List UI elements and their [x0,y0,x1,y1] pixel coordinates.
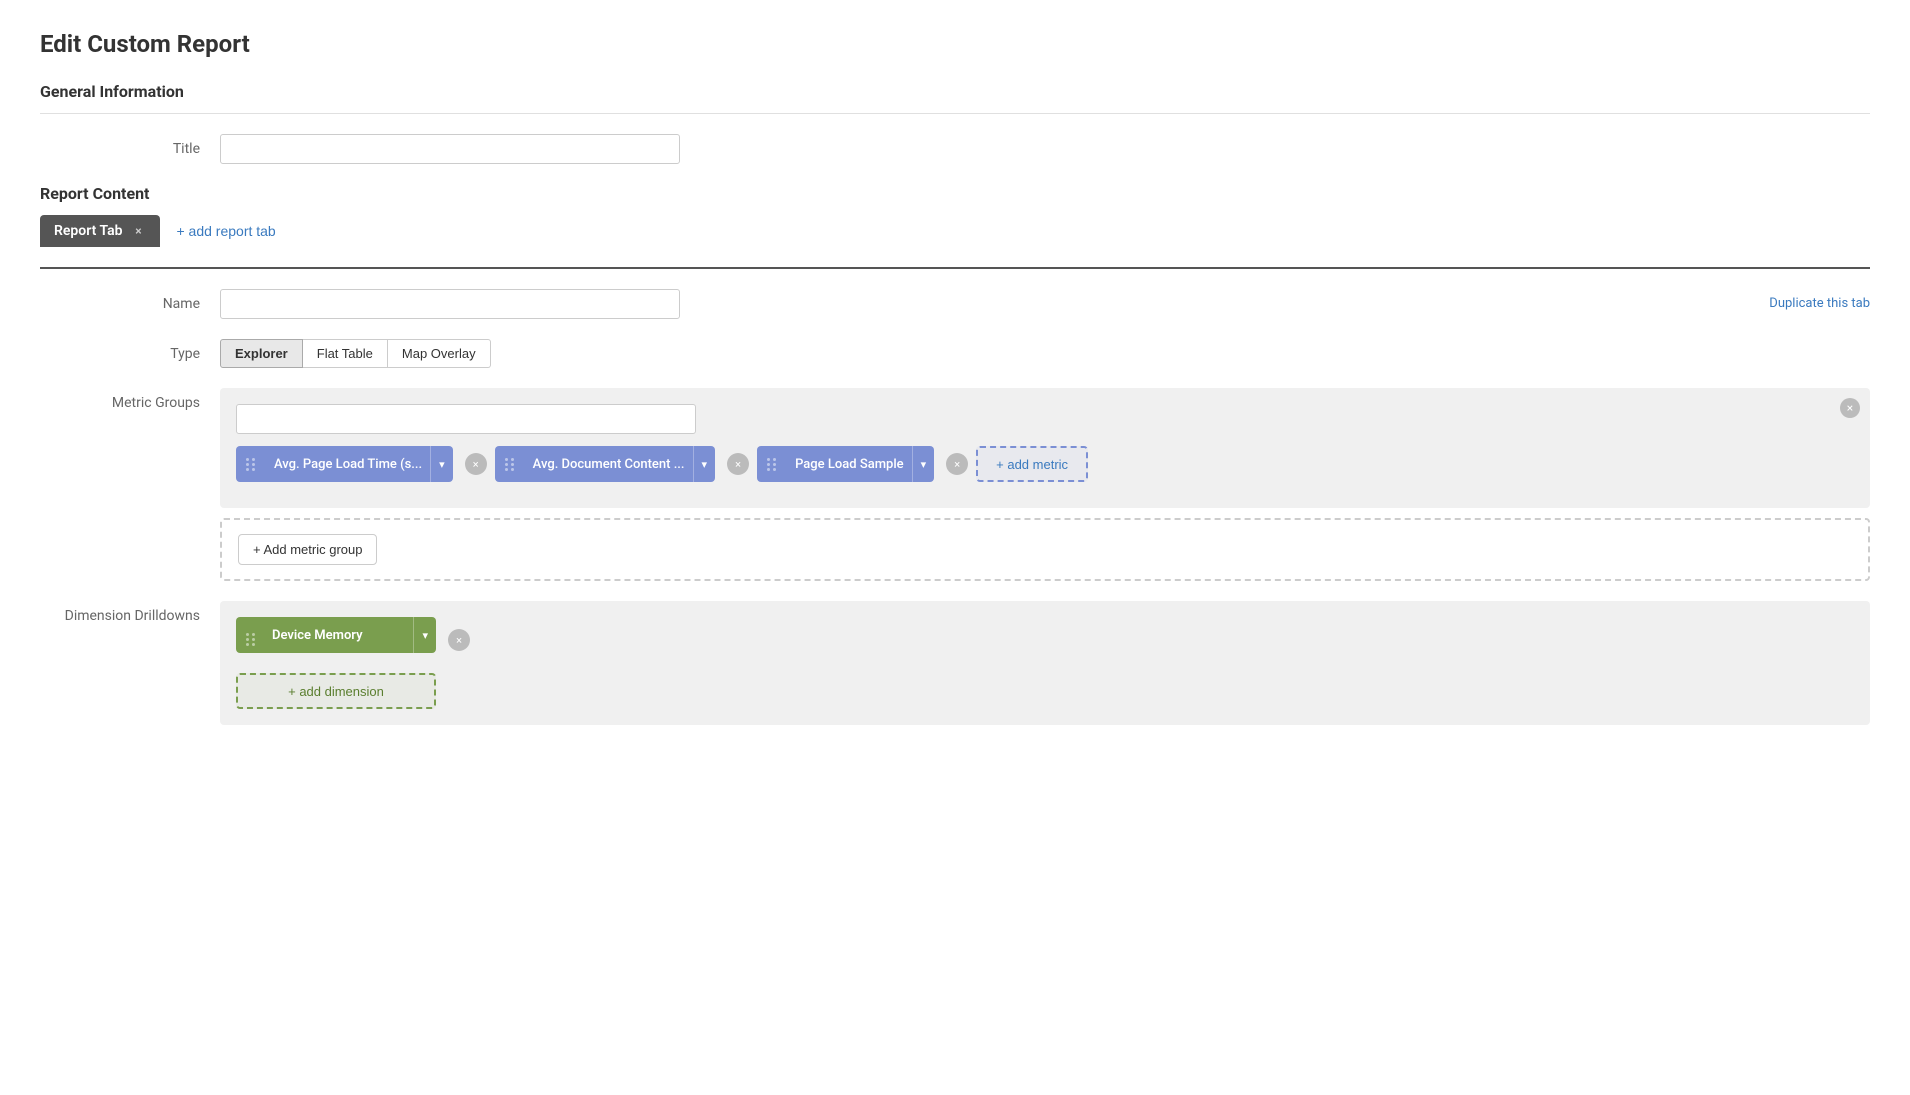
dimension-chip-0: Device Memory ▾ [236,617,436,653]
metric-group-area: × Metric Group [220,388,1870,508]
title-label: Title [40,134,220,157]
dimension-drilldowns-label: Dimension Drilldowns [40,601,220,624]
report-tab[interactable]: Report Tab × [40,215,160,247]
add-dimension-button[interactable]: + add dimension [236,673,436,709]
page-title: Edit Custom Report [40,30,1870,58]
metric-drag-handle-0 [236,458,266,471]
metric-chip-0: Avg. Page Load Time (s... ▾ [236,446,453,482]
type-button-group: Explorer Flat Table Map Overlay [220,339,1870,368]
general-divider [40,113,1870,114]
metric-groups-row: Metric Groups × Metric Group [40,388,1870,581]
report-content-section: Report Content Report Tab × + add report… [40,184,1870,725]
dimension-drag-handle-0 [236,624,266,646]
tab-bar: Report Tab × + add report tab [40,215,1870,247]
type-control: Explorer Flat Table Map Overlay [220,339,1870,368]
tab-name-control: Report Tab [220,289,1769,319]
dimension-chip-close-0[interactable]: × [448,629,470,651]
metric-chip-label-0: Avg. Page Load Time (s... [266,457,430,472]
metric-chip-2: Page Load Sample ▾ [757,446,934,482]
metric-drag-handle-2 [757,458,787,471]
metric-chip-close-1[interactable]: × [727,453,749,475]
metric-group-close-icon: × [1847,401,1853,415]
metric-chip-dropdown-0[interactable]: ▾ [430,446,453,482]
type-flat-table-button[interactable]: Flat Table [303,339,388,368]
duplicate-tab-link[interactable]: Duplicate this tab [1769,289,1870,311]
general-information-heading: General Information [40,82,1870,101]
title-control: Load Times by Device Memory [220,134,1870,164]
metric-chip-dropdown-1[interactable]: ▾ [693,446,716,482]
tab-content: Name Report Tab Duplicate this tab Type … [40,267,1870,725]
metric-chip-close-2[interactable]: × [946,453,968,475]
tab-name-row: Name Report Tab Duplicate this tab [40,289,1870,319]
dimension-area: Device Memory ▾ × + add dimension [220,601,1870,725]
metrics-row: Avg. Page Load Time (s... ▾ × [236,446,1854,482]
metric-drag-handle-1 [495,458,525,471]
type-explorer-button[interactable]: Explorer [220,339,303,368]
metric-group-close-button[interactable]: × [1840,398,1860,418]
add-metric-group-button[interactable]: + Add metric group [238,534,377,565]
dimension-drilldowns-row: Dimension Drilldowns [40,601,1870,725]
title-row: Title Load Times by Device Memory [40,134,1870,164]
dimension-drilldowns-control: Device Memory ▾ × + add dimension [220,601,1870,725]
type-map-overlay-button[interactable]: Map Overlay [388,339,491,368]
title-input[interactable]: Load Times by Device Memory [220,134,680,164]
tab-name-label: Name [40,289,220,312]
add-metric-group-area: + Add metric group [220,518,1870,581]
tab-name-input[interactable]: Report Tab [220,289,680,319]
add-report-tab-button[interactable]: + add report tab [176,223,275,239]
metric-chip-label-1: Avg. Document Content ... [525,457,693,472]
metric-chip-dropdown-2[interactable]: ▾ [912,446,935,482]
add-metric-button[interactable]: + add metric [976,446,1088,482]
metric-chip-label-2: Page Load Sample [787,457,912,472]
type-row: Type Explorer Flat Table Map Overlay [40,339,1870,368]
metric-groups-label: Metric Groups [40,388,220,411]
metric-chip-1: Avg. Document Content ... ▾ [495,446,715,482]
report-tab-label: Report Tab [54,223,122,239]
metric-chip-close-0[interactable]: × [465,453,487,475]
metric-groups-control: × Metric Group [220,388,1870,581]
report-tab-close-icon[interactable]: × [130,223,146,239]
report-content-heading: Report Content [40,184,1870,203]
dimension-chip-row: Device Memory ▾ × [236,617,1854,663]
metric-group-name-input[interactable]: Metric Group [236,404,696,434]
type-label: Type [40,339,220,362]
dimension-chip-dropdown-0[interactable]: ▾ [413,617,436,653]
dimension-chip-label-0: Device Memory [266,628,413,643]
